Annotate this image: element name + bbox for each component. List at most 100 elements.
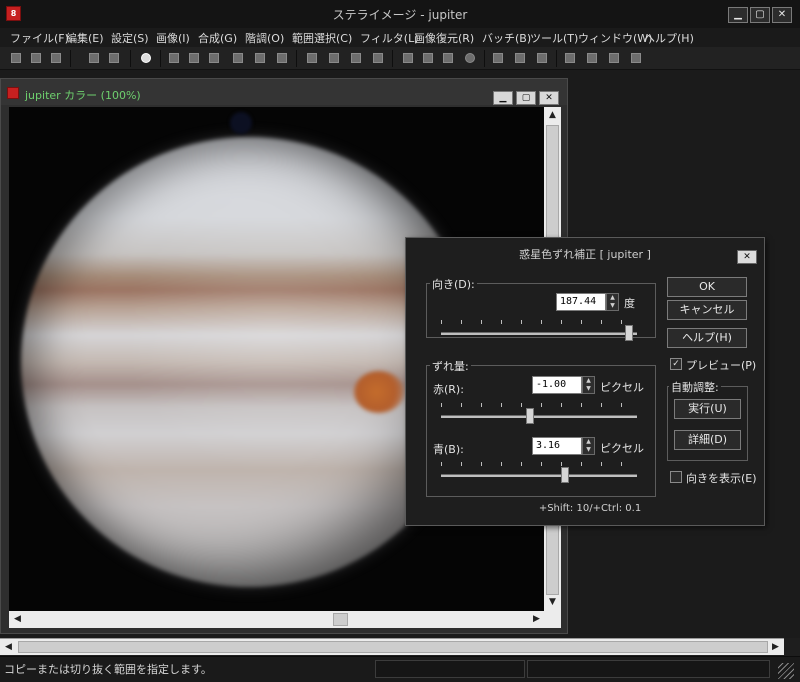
redo-icon[interactable] bbox=[106, 50, 122, 66]
dialog-title: 惑星色ずれ補正 [ jupiter ] bbox=[519, 248, 651, 261]
menu-levels[interactable]: 階調(O) bbox=[245, 30, 284, 46]
image-close-button[interactable]: ✕ bbox=[539, 91, 559, 105]
menu-file[interactable]: ファイル(F) bbox=[10, 30, 69, 46]
menu-filter[interactable]: フィルタ(L) bbox=[360, 30, 419, 46]
detail-button[interactable]: 詳細(D) bbox=[674, 430, 741, 450]
direction-group-label: 向き(D): bbox=[430, 276, 477, 292]
direction-slider-thumb[interactable] bbox=[625, 325, 633, 341]
spin-up-icon[interactable]: ▲ bbox=[583, 438, 594, 446]
spin-down-icon[interactable]: ▼ bbox=[607, 302, 618, 310]
image-horizontal-scrollbar[interactable]: ◀ ▶ bbox=[9, 611, 545, 628]
gamma-icon[interactable] bbox=[230, 50, 246, 66]
blue-label: 青(B): bbox=[433, 443, 464, 456]
modifier-hint: +Shift: 10/+Ctrl: 0.1 bbox=[538, 503, 642, 514]
slider-track bbox=[441, 415, 637, 418]
great-red-spot bbox=[354, 371, 404, 413]
image-maximize-button[interactable]: ▢ bbox=[516, 91, 536, 105]
menu-window[interactable]: ウィンドウ(W) bbox=[578, 30, 652, 46]
spin-up-icon[interactable]: ▲ bbox=[607, 294, 618, 302]
mask-icon[interactable] bbox=[274, 50, 290, 66]
menu-batch[interactable]: バッチ(B) bbox=[482, 30, 531, 46]
menu-composite[interactable]: 合成(G) bbox=[198, 30, 237, 46]
grid-icon[interactable] bbox=[326, 50, 342, 66]
blur-icon[interactable] bbox=[440, 50, 456, 66]
filter-icon[interactable] bbox=[400, 50, 416, 66]
main-scroll-right-icon[interactable]: ▶ bbox=[768, 640, 783, 655]
menu-help[interactable]: ヘルプ(H) bbox=[644, 30, 694, 46]
open-icon[interactable] bbox=[8, 50, 24, 66]
menu-restore[interactable]: 画像復元(R) bbox=[414, 30, 474, 46]
moon-shadow bbox=[230, 112, 252, 134]
maximize-button[interactable]: ▢ bbox=[750, 7, 770, 23]
status-pane bbox=[527, 660, 770, 678]
measure-icon[interactable] bbox=[562, 50, 578, 66]
main-scroll-left-icon[interactable]: ◀ bbox=[1, 640, 16, 655]
direction-input[interactable]: 187.44 bbox=[556, 293, 606, 311]
crop-icon[interactable] bbox=[534, 50, 550, 66]
preview-label[interactable]: プレビュー(P) bbox=[686, 357, 756, 373]
show-direction-checkbox[interactable] bbox=[670, 471, 682, 483]
minimize-button[interactable]: ▁ bbox=[728, 7, 748, 23]
spin-down-icon[interactable]: ▼ bbox=[583, 446, 594, 454]
undo-icon[interactable] bbox=[86, 50, 102, 66]
spin-up-icon[interactable]: ▲ bbox=[583, 377, 594, 385]
main-horizontal-scrollbar[interactable]: ◀ ▶ bbox=[0, 638, 784, 655]
ok-button[interactable]: OK bbox=[667, 277, 747, 297]
scroll-left-icon[interactable]: ◀ bbox=[10, 612, 25, 627]
slider-track bbox=[441, 474, 637, 477]
blue-slider[interactable] bbox=[441, 462, 637, 484]
astrometry-icon[interactable] bbox=[606, 50, 622, 66]
blue-input[interactable]: 3.16 bbox=[532, 437, 582, 455]
rotate-icon[interactable] bbox=[490, 50, 506, 66]
scroll-down-icon[interactable]: ▼ bbox=[545, 595, 560, 610]
level-icon[interactable] bbox=[206, 50, 222, 66]
blue-unit: ピクセル bbox=[600, 442, 644, 455]
red-slider[interactable] bbox=[441, 403, 637, 425]
size-grip-icon[interactable] bbox=[545, 611, 561, 628]
dialog-close-button[interactable]: ✕ bbox=[737, 250, 757, 264]
red-spin-buttons[interactable]: ▲ ▼ bbox=[582, 376, 595, 394]
menu-selection[interactable]: 範囲選択(C) bbox=[292, 30, 352, 46]
image-minimize-button[interactable]: ▁ bbox=[493, 91, 513, 105]
menu-image[interactable]: 画像(I) bbox=[156, 30, 190, 46]
image-window-title-bar[interactable]: jupiter カラー (100%) ▁ ▢ ✕ bbox=[1, 79, 567, 105]
stack-icon[interactable] bbox=[348, 50, 364, 66]
save-icon[interactable] bbox=[28, 50, 44, 66]
star-chart-icon[interactable] bbox=[628, 50, 644, 66]
cancel-button[interactable]: キャンセル bbox=[667, 300, 747, 320]
histogram-icon[interactable] bbox=[166, 50, 182, 66]
color-balance-icon[interactable] bbox=[252, 50, 268, 66]
slider-ticks bbox=[441, 320, 637, 324]
sharpen-icon[interactable] bbox=[420, 50, 436, 66]
red-input[interactable]: -1.00 bbox=[532, 376, 582, 394]
direction-slider[interactable] bbox=[441, 320, 637, 342]
spin-down-icon[interactable]: ▼ bbox=[583, 385, 594, 393]
run-button[interactable]: 実行(U) bbox=[674, 399, 741, 419]
resize-grip-icon[interactable] bbox=[778, 663, 794, 679]
blue-slider-thumb[interactable] bbox=[561, 467, 569, 483]
main-scroll-thumb[interactable] bbox=[18, 641, 768, 653]
horizontal-scroll-thumb[interactable] bbox=[333, 613, 348, 626]
blue-spin-buttons[interactable]: ▲ ▼ bbox=[582, 437, 595, 455]
planet-icon[interactable] bbox=[462, 50, 478, 66]
scroll-right-icon[interactable]: ▶ bbox=[529, 612, 544, 627]
resize-icon[interactable] bbox=[512, 50, 528, 66]
menu-settings[interactable]: 設定(S) bbox=[111, 30, 149, 46]
toolbar-separator bbox=[70, 50, 71, 67]
star-icon[interactable] bbox=[370, 50, 386, 66]
scroll-up-icon[interactable]: ▲ bbox=[545, 108, 560, 123]
menu-edit[interactable]: 編集(E) bbox=[66, 30, 104, 46]
toolbar-separator bbox=[296, 50, 297, 67]
help-button[interactable]: ヘルプ(H) bbox=[667, 328, 747, 348]
preview-checkbox[interactable]: ✓ bbox=[670, 358, 682, 370]
close-button[interactable]: ✕ bbox=[772, 7, 792, 23]
print-icon[interactable] bbox=[48, 50, 64, 66]
photometry-icon[interactable] bbox=[584, 50, 600, 66]
layer-icon[interactable] bbox=[304, 50, 320, 66]
tone-curve-icon[interactable] bbox=[186, 50, 202, 66]
direction-spin-buttons[interactable]: ▲ ▼ bbox=[606, 293, 619, 311]
menu-tools[interactable]: ツール(T) bbox=[530, 30, 578, 46]
show-direction-label[interactable]: 向きを表示(E) bbox=[686, 470, 757, 486]
red-slider-thumb[interactable] bbox=[526, 408, 534, 424]
info-icon[interactable] bbox=[138, 50, 154, 66]
